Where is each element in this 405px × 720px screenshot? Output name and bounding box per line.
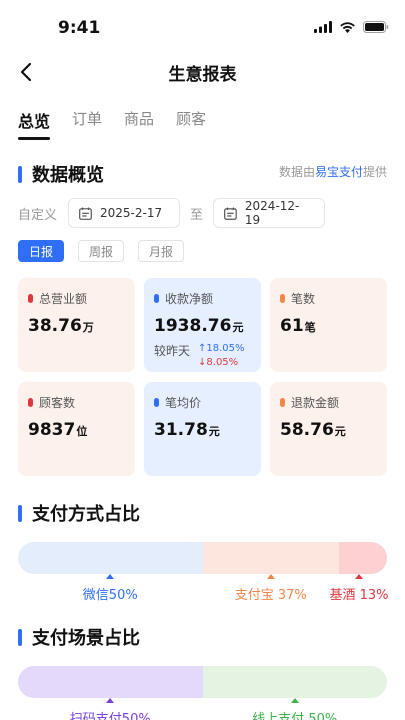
metric-unit: 万	[82, 321, 94, 334]
start-date-picker[interactable]: 2025-2-17	[68, 198, 181, 228]
section-title-text: 支付场景占比	[32, 628, 140, 649]
section-title-payment-method: 支付方式占比	[18, 500, 140, 526]
metric-dot	[280, 294, 285, 303]
section-title-text: 数据概览	[32, 165, 104, 186]
date-range-label: 自定义	[18, 207, 58, 223]
section-accent-bar	[18, 504, 22, 522]
metric-card-refunds[interactable]: 退款金额 58.76元	[270, 382, 387, 476]
metric-dot	[154, 398, 159, 407]
compare-label: 较昨天	[154, 344, 191, 358]
payment-method-segment-0	[18, 542, 203, 574]
metric-card-total-revenue[interactable]: 总营业额 38.76万	[18, 278, 135, 372]
payment-method-labels: 微信50% 支付宝 37% 基酒 13%	[18, 574, 389, 604]
tab-orders[interactable]: 订单	[72, 108, 102, 138]
provider-prefix: 数据由	[278, 165, 315, 179]
payment-scene-marker-1	[290, 698, 299, 703]
metric-card-customers[interactable]: 顾客数 9837位	[18, 382, 135, 476]
metric-card-net-receipts[interactable]: 收款净额 1938.76元 较昨天 ↑18.05% ↓8.05%	[144, 278, 261, 372]
tab-customers[interactable]: 顾客	[176, 108, 206, 138]
end-date-picker[interactable]: 2024-12-19	[213, 198, 326, 228]
section-title-overview: 数据概览	[18, 161, 104, 187]
metric-value: 31.78	[154, 420, 208, 440]
period-selector: 日报 周报 月报	[18, 240, 184, 262]
payment-scene-label-0: 扫码支付50%	[69, 712, 151, 720]
period-daily-button[interactable]: 日报	[18, 240, 64, 262]
section-accent-bar	[18, 628, 22, 646]
payment-scene-segment-1	[202, 666, 387, 698]
provider-link[interactable]: 易宝支付	[315, 165, 363, 179]
section-title-payment-scene: 支付场景占比	[18, 624, 140, 650]
metric-label: 笔均价	[165, 396, 202, 410]
status-icons	[314, 21, 389, 33]
metric-value: 58.76	[280, 420, 334, 440]
metric-unit: 元	[232, 321, 244, 334]
compare-row: 较昨天 ↑18.05% ↓8.05%	[154, 342, 251, 370]
payment-scene-marker-0	[106, 698, 115, 703]
signal-icon	[314, 21, 332, 33]
payment-method-label-2: 基酒 13%	[329, 588, 389, 603]
start-date-value: 2025-2-17	[100, 206, 163, 220]
payment-scene-segment-0	[18, 666, 203, 698]
date-range-separator: 至	[190, 207, 204, 223]
metric-dot	[28, 398, 33, 407]
period-weekly-button[interactable]: 周报	[78, 240, 124, 262]
metric-label: 顾客数	[39, 396, 76, 410]
tab-products[interactable]: 商品	[124, 108, 154, 138]
nav-bar: 生意报表	[0, 50, 405, 94]
payment-method-marker-2	[355, 574, 363, 579]
payment-method-bar	[18, 542, 387, 574]
provider-suffix: 提供	[362, 165, 387, 179]
metric-value: 61	[280, 316, 304, 336]
compare-up-value: ↑18.05%	[198, 343, 245, 354]
date-range-row: 自定义 2025-2-17 至 2024-12-19	[18, 198, 326, 228]
section-title-text: 支付方式占比	[32, 504, 140, 525]
metric-value: 38.76	[28, 316, 82, 336]
end-date-value: 2024-12-19	[244, 199, 300, 227]
battery-icon	[363, 21, 389, 33]
metric-unit: 笔	[304, 321, 316, 334]
payment-method-marker-0	[106, 574, 115, 579]
metric-dot	[280, 398, 285, 407]
metric-label: 收款净额	[165, 292, 214, 306]
payment-method-label-1: 支付宝 37%	[234, 588, 307, 603]
payment-scene-labels: 扫码支付50% 线上支付 50%	[18, 698, 387, 720]
payment-method-marker-1	[266, 574, 275, 579]
metric-dot	[28, 294, 33, 303]
wifi-icon	[340, 22, 355, 33]
metric-value: 1938.76	[154, 316, 232, 336]
metric-unit: 元	[334, 425, 346, 438]
metric-dot	[154, 294, 159, 303]
metric-unit: 元	[208, 425, 220, 438]
data-provider-note: 数据由易宝支付提供	[279, 163, 387, 180]
status-bar: 9:41	[0, 0, 405, 50]
calendar-icon	[79, 207, 92, 220]
metric-value: 9837	[28, 420, 76, 440]
calendar-icon	[224, 207, 237, 220]
payment-method-label-0: 微信50%	[82, 588, 138, 603]
compare-down-value: ↓8.05%	[198, 357, 239, 368]
section-accent-bar	[18, 165, 22, 183]
payment-method-segment-2	[339, 542, 387, 574]
payment-scene-label-1: 线上支付 50%	[252, 712, 338, 720]
tab-bar: 总览 订单 商品 顾客	[18, 108, 206, 140]
metric-label: 退款金额	[291, 396, 340, 410]
metric-label: 笔数	[291, 292, 316, 306]
payment-method-segment-1	[202, 542, 340, 574]
status-time: 9:41	[58, 18, 101, 38]
period-monthly-button[interactable]: 月报	[138, 240, 184, 262]
metric-card-avg-price[interactable]: 笔均价 31.78元	[144, 382, 261, 476]
metric-label: 总营业额	[39, 292, 88, 306]
metric-unit: 位	[76, 425, 88, 438]
page-title: 生意报表	[168, 65, 237, 85]
payment-scene-bar	[18, 666, 387, 698]
metric-card-transactions[interactable]: 笔数 61笔	[270, 278, 387, 372]
tab-overview[interactable]: 总览	[18, 108, 51, 140]
